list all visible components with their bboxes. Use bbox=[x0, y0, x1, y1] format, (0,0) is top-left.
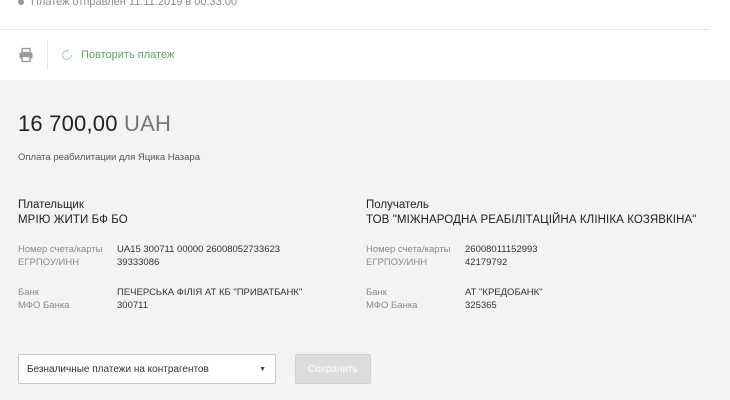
amount-value: 16 700,00 bbox=[18, 111, 118, 136]
payer-account-label: Номер счета/карты bbox=[18, 244, 103, 255]
payer-name: МРІЮ ЖИТИ БФ БО bbox=[18, 214, 128, 226]
payment-status-text: Платеж отправлен 11.11.2019 в 00:33:00 bbox=[31, 0, 238, 8]
payment-amount: 16 700,00 UAH bbox=[18, 111, 171, 137]
divider bbox=[0, 29, 710, 30]
payer-bank-row: Банк ПЕЧЕРСЬКА ФІЛІЯ АТ КБ "ПРИВАТБАНК" bbox=[18, 286, 358, 299]
recipient-name: ТОВ "МІЖНАРОДНА РЕАБІЛІТАЦІЙНА КЛІНІКА К… bbox=[366, 214, 697, 226]
payment-actions: Повторить платеж bbox=[18, 40, 174, 70]
payment-header-card: Платеж отправлен 11.11.2019 в 00:33:00 П… bbox=[0, 0, 730, 80]
payer-title: Плательщик bbox=[18, 199, 84, 211]
repeat-payment-label: Повторить платеж bbox=[81, 49, 175, 61]
amount-currency: UAH bbox=[124, 111, 172, 136]
recipient-mfo-label: МФО Банка bbox=[366, 300, 418, 311]
payer-account-row: Номер счета/карты UA15 300711 00000 2600… bbox=[18, 243, 358, 256]
printer-icon[interactable] bbox=[18, 47, 34, 63]
save-button[interactable]: Сохранить bbox=[295, 354, 371, 384]
payer-edrpou-row: ЕГРПОУ/ИНН 39333086 bbox=[18, 256, 358, 269]
recipient-account-label: Номер счета/карты bbox=[366, 244, 451, 255]
payer-edrpou-label: ЕГРПОУ/ИНН bbox=[18, 257, 80, 268]
payer-bank-value: ПЕЧЕРСЬКА ФІЛІЯ АТ КБ "ПРИВАТБАНК" bbox=[117, 287, 303, 298]
payment-details: 16 700,00 UAH Оплата реабилитации для Яц… bbox=[0, 80, 730, 400]
recipient-edrpou-value: 42179792 bbox=[465, 257, 508, 268]
payment-category-value: Безналичные платежи на контрагентов bbox=[27, 363, 209, 375]
payer-account-value: UA15 300711 00000 26008052733623 bbox=[117, 244, 281, 255]
payment-status: Платеж отправлен 11.11.2019 в 00:33:00 bbox=[18, 0, 237, 10]
recipient-bank-value: АТ "КРЕДОБАНК" bbox=[465, 287, 543, 298]
recipient-title: Получатель bbox=[366, 199, 429, 211]
recipient-mfo-row: МФО Банка 325365 bbox=[366, 299, 706, 312]
repeat-payment-button[interactable]: Повторить платеж bbox=[60, 48, 174, 62]
payment-purpose: Оплата реабилитации для Яцика Назара bbox=[18, 152, 200, 163]
action-separator bbox=[47, 40, 48, 70]
payer-edrpou-value: 39333086 bbox=[117, 257, 160, 268]
recipient-bank-label: Банк bbox=[366, 287, 387, 298]
recipient-bank-row: Банк АТ "КРЕДОБАНК" bbox=[366, 286, 706, 299]
status-dot-icon bbox=[18, 0, 24, 5]
payer-mfo-row: МФО Банка 300711 bbox=[18, 299, 358, 312]
recipient-edrpou-row: ЕГРПОУ/ИНН 42179792 bbox=[366, 256, 706, 269]
payer-mfo-value: 300711 bbox=[117, 300, 148, 311]
recipient-section: Получатель ТОВ "МІЖНАРОДНА РЕАБІЛІТАЦІЙН… bbox=[366, 199, 706, 312]
payment-category-select[interactable]: Безналичные платежи на контрагентов ▼ bbox=[18, 354, 276, 384]
payer-section: Плательщик МРІЮ ЖИТИ БФ БО Номер счета/к… bbox=[18, 199, 358, 312]
caret-down-icon: ▼ bbox=[259, 366, 266, 373]
recipient-account-value: 26008011152993 bbox=[465, 244, 538, 255]
refresh-icon bbox=[60, 48, 74, 62]
recipient-mfo-value: 325365 bbox=[465, 300, 497, 311]
payer-bank-label: Банк bbox=[18, 287, 39, 298]
payer-mfo-label: МФО Банка bbox=[18, 300, 70, 311]
recipient-edrpou-label: ЕГРПОУ/ИНН bbox=[366, 257, 428, 268]
recipient-account-row: Номер счета/карты 26008011152993 bbox=[366, 243, 706, 256]
